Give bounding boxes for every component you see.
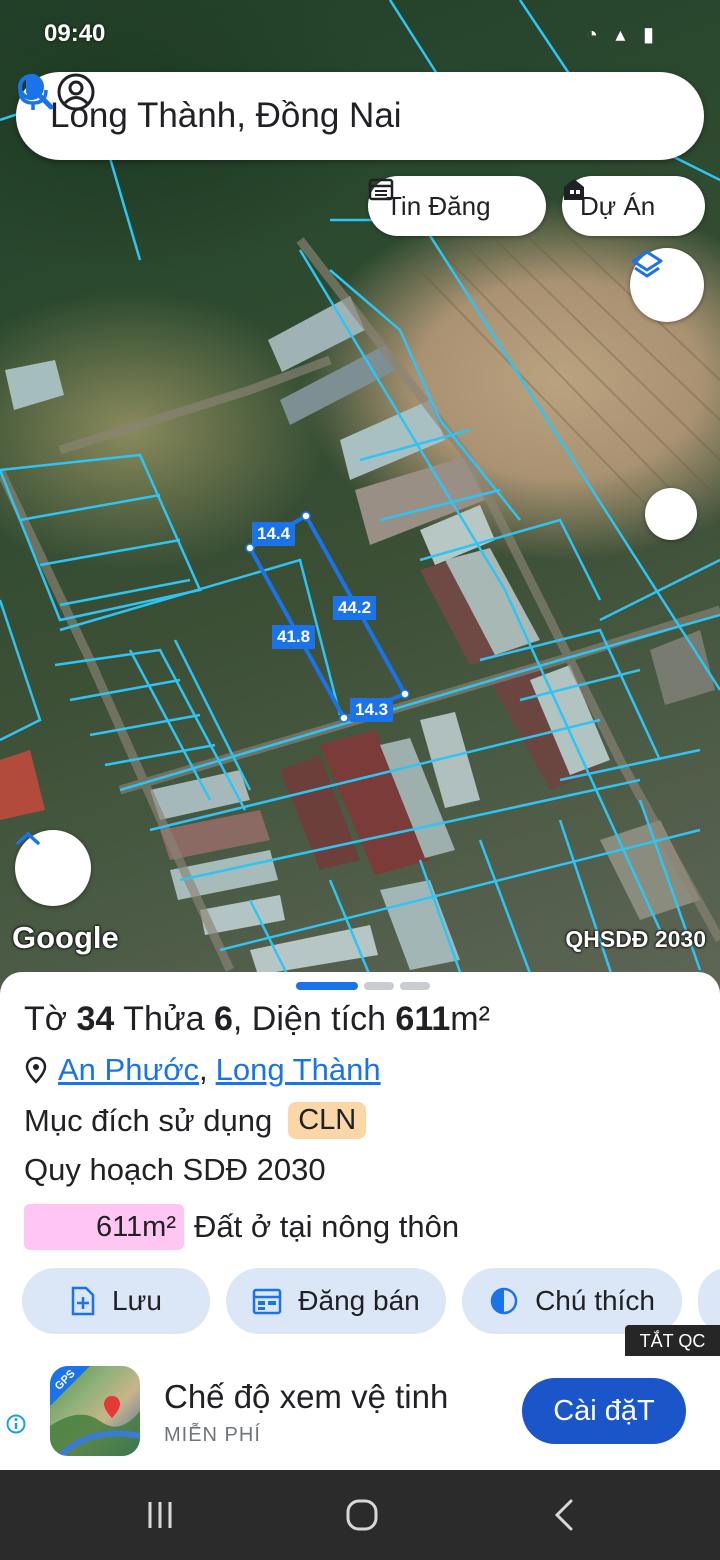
pager-dot-2 [364,982,394,990]
dimension-bottom: 14.3 [350,698,394,722]
save-button[interactable]: Lưu [22,1268,210,1334]
search-bar[interactable]: Long Thành, Đồng Nai [16,72,704,160]
layer-label: QHSDĐ 2030 [565,926,706,952]
contrast-icon [490,1287,518,1315]
post-for-sale-button[interactable]: Đăng bán [226,1268,446,1334]
pager-dot-3 [400,982,430,990]
ad-subtitle: MIỄN PHÍ [164,1424,261,1446]
satellite-map[interactable]: 09:40 ◔ ▴ ▮ 14.4 44.2 41.8 14.3 Long Thà… [0,0,720,1000]
parcel-info-sheet[interactable]: Tờ 34 Thửa 6, Diện tích 611m² An Phước, L… [0,972,720,1356]
layers-button[interactable] [630,248,704,322]
location-row: An Phước, Long Thành [24,1052,381,1088]
system-nav-bar [0,1470,720,1560]
area-unit: m² [450,1000,490,1038]
chevron-up-icon [16,831,40,845]
chip-news[interactable]: Tin Đăng [368,176,546,236]
sheet-number: 34 [76,1000,115,1038]
ad-title[interactable]: Chế độ xem vệ tinh [164,1378,448,1416]
location-separator: , [199,1052,208,1087]
ad-install-button[interactable]: Cài đặT [522,1378,686,1444]
chip-project-label: Dự Án [580,190,656,221]
expand-sheet-button[interactable] [15,830,91,906]
parcel-title: Tờ 34 Thửa 6, Diện tích 611m² [24,1000,490,1039]
dimension-right: 44.2 [333,596,377,620]
status-time: 09:40 [44,20,106,47]
action-buttons: Lưu Đăng bán Chú thích [22,1268,720,1334]
purpose-label: Mục đích sử dụng [24,1102,273,1138]
location-pin-icon [25,1056,47,1084]
plan-label: Quy hoạch SDĐ 2030 [24,1152,326,1187]
sheet-pager [296,982,430,990]
status-icons: ◔ ▴ ▮ [585,24,660,46]
ad-banner[interactable]: GPS Chế độ xem vệ tinh MIỄN PHÍ Cài đặT [0,1356,720,1470]
save-button-label: Lưu [112,1285,162,1316]
plan-land-type: Đất ở tại nông thôn [194,1209,460,1244]
purpose-row: Mục đích sử dụng CLN [24,1102,367,1139]
calendar-list-icon [368,178,394,201]
pager-dot-1 [296,982,358,990]
area-prefix: , Diện tích [232,1000,396,1038]
back-icon [554,1499,573,1531]
mic-icon[interactable] [16,72,50,112]
chip-project[interactable]: Dự Án [562,176,705,236]
compass-button[interactable] [645,488,697,540]
legend-button-label: Chú thích [535,1285,655,1316]
plot-prefix: Thửa [114,1000,214,1038]
ad-info-icon[interactable] [6,1414,26,1434]
home-icon [346,1499,378,1531]
recents-button[interactable] [130,1490,190,1540]
building-roofs [0,296,715,975]
add-file-icon [71,1286,95,1316]
dimension-top: 14.4 [252,522,296,546]
ward-link[interactable]: An Phước [58,1052,199,1088]
satellite-app-icon: GPS [50,1366,140,1456]
plot-number: 6 [213,1000,233,1038]
dimension-left: 41.8 [272,625,316,649]
back-button[interactable] [534,1490,594,1540]
search-query[interactable]: Long Thành, Đồng Nai [50,96,704,136]
google-logo: Google [12,920,119,955]
plan-area-row: 611m² Đất ở tại nông thôn [24,1204,459,1250]
area-value: 611 [395,1000,451,1038]
recents-icon [148,1502,172,1528]
selected-parcel-outline [247,513,408,721]
sheet-prefix: Tờ [24,1000,77,1038]
account-icon[interactable] [56,72,96,112]
post-button-label: Đăng bán [298,1285,420,1316]
chip-news-label: Tin Đăng [386,190,491,221]
purpose-code-badge: CLN [288,1102,367,1139]
calendar-icon [253,1288,282,1315]
plan-area-swatch: 611m² [24,1204,184,1250]
home-button[interactable] [332,1490,392,1540]
ad-app-logo[interactable]: GPS [50,1366,140,1456]
layers-icon [631,250,663,278]
building-icon [564,179,584,200]
ad-close-button[interactable]: TẮT QC [625,1325,720,1357]
district-link[interactable]: Long Thành [216,1052,381,1088]
